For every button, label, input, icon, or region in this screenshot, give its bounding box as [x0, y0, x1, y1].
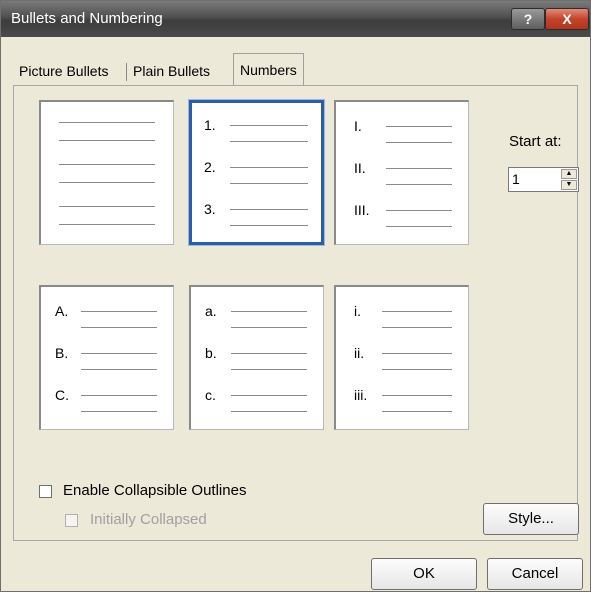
- start-at-spinner: ▲ ▼: [508, 167, 579, 192]
- spin-up-button[interactable]: ▲: [561, 169, 577, 179]
- numbering-style-lower-alpha[interactable]: a. b. c.: [189, 285, 324, 430]
- arrow-down-icon: ▼: [565, 181, 573, 188]
- number-marker: I.: [354, 118, 362, 134]
- number-marker: 3.: [204, 201, 216, 217]
- help-button[interactable]: ?: [511, 8, 545, 30]
- number-marker: III.: [354, 202, 370, 218]
- tab-plain-bullets[interactable]: Plain Bullets: [133, 57, 210, 85]
- start-at-label: Start at:: [509, 133, 562, 150]
- numbering-style-none[interactable]: [39, 100, 174, 245]
- numbering-style-arabic[interactable]: 1. 2. 3.: [189, 100, 324, 245]
- number-marker: 2.: [204, 159, 216, 175]
- number-marker: a.: [205, 303, 217, 319]
- spinner-buttons: ▲ ▼: [561, 169, 577, 190]
- number-marker: b.: [205, 345, 217, 361]
- number-marker: II.: [354, 160, 366, 176]
- ok-button[interactable]: OK: [371, 558, 477, 590]
- initially-collapsed-label: Initially Collapsed: [90, 511, 207, 528]
- number-marker: 1.: [204, 117, 216, 133]
- start-at-input[interactable]: [510, 169, 562, 189]
- tab-separator: [126, 63, 127, 81]
- title-bar[interactable]: Bullets and Numbering ? X: [1, 1, 590, 37]
- numbering-style-upper-roman[interactable]: I. II. III.: [334, 100, 469, 245]
- tab-numbers[interactable]: Numbers: [233, 53, 304, 85]
- help-icon: ?: [523, 11, 533, 27]
- style-button[interactable]: Style...: [483, 503, 579, 535]
- dialog-title: Bullets and Numbering: [11, 10, 163, 27]
- arrow-up-icon: ▲: [565, 170, 573, 177]
- numbering-style-upper-alpha[interactable]: A. B. C.: [39, 285, 174, 430]
- number-marker: c.: [205, 387, 216, 403]
- close-icon: X: [562, 11, 572, 27]
- close-button[interactable]: X: [545, 8, 589, 30]
- numbering-style-lower-roman[interactable]: i. ii. iii.: [334, 285, 469, 430]
- tab-picture-bullets[interactable]: Picture Bullets: [19, 57, 108, 85]
- number-marker: i.: [354, 303, 361, 319]
- number-marker: iii.: [354, 387, 368, 403]
- bullets-numbering-dialog: Bullets and Numbering ? X Picture Bullet…: [0, 0, 591, 592]
- enable-collapsible-label: Enable Collapsible Outlines: [63, 482, 247, 499]
- spin-down-button[interactable]: ▼: [561, 180, 577, 190]
- number-marker: C.: [55, 387, 69, 403]
- enable-collapsible-checkbox[interactable]: [39, 485, 52, 498]
- number-marker: ii.: [354, 345, 365, 361]
- number-marker: B.: [55, 345, 69, 361]
- cancel-button[interactable]: Cancel: [487, 558, 583, 590]
- initially-collapsed-checkbox: [65, 514, 78, 527]
- number-marker: A.: [55, 303, 69, 319]
